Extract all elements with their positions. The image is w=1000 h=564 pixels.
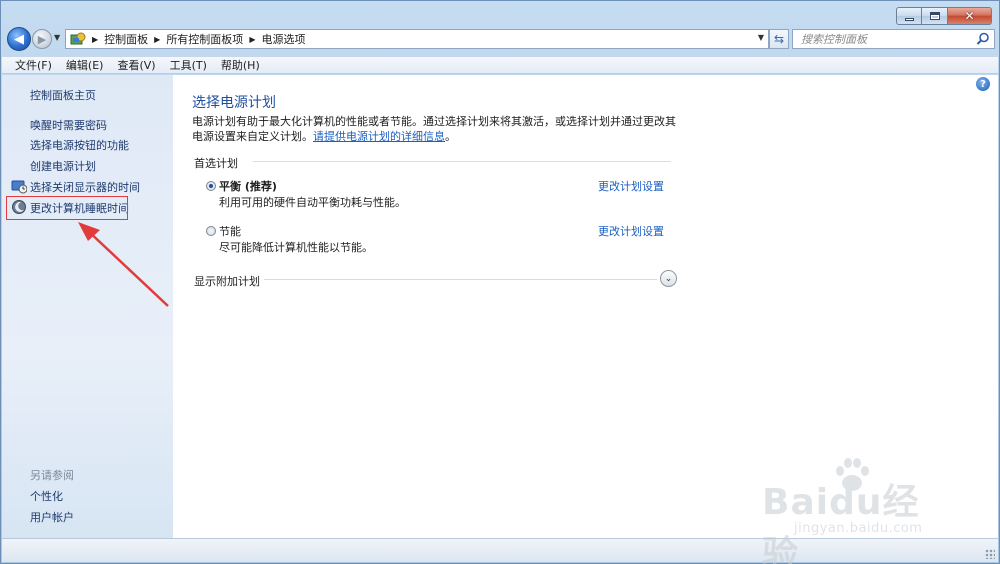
navigation-row: ◀ ▶ ▼ ▶ 控制面板 ▶ 所有控制面板项 ▶ 电源选项 ▼ ⇆ [7,27,995,51]
sidebar-link-user-accounts[interactable]: 用户帐户 [30,509,74,525]
display-timer-icon [11,178,28,194]
breadcrumb-power-options[interactable]: 电源选项 [261,31,305,47]
breadcrumb-separator-icon[interactable]: ▶ [92,35,98,44]
page-description: 电源计划有助于最大化计算机的性能或者节能。通过选择计划来将其激活，或选择计划并通… [192,114,682,144]
plan-power-saver-radio[interactable] [206,226,216,236]
power-plan-info-link[interactable]: 请提供电源计划的详细信息 [313,130,445,143]
sidebar-link-display-off-time[interactable]: 选择关闭显示器的时间 [30,179,140,195]
back-arrow-icon: ◀ [14,31,24,47]
address-bar[interactable]: ▶ 控制面板 ▶ 所有控制面板项 ▶ 电源选项 ▼ [65,29,769,49]
plan-power-saver-name[interactable]: 节能 [219,223,241,239]
page-title: 选择电源计划 [192,95,276,111]
forward-arrow-icon: ▶ [37,32,47,46]
description-end: 。 [445,130,456,143]
additional-plans-divider [263,279,657,280]
plan-power-saver-change-link[interactable]: 更改计划设置 [598,223,664,239]
menu-file[interactable]: 文件(F) [8,57,59,73]
resize-grip-icon[interactable] [985,549,995,559]
plan-balanced-desc: 利用可用的硬件自动平衡功耗与性能。 [219,196,406,209]
refresh-icon: ⇆ [773,32,785,46]
maximize-icon [929,12,940,20]
watermark-url: jingyan.baidu.com [794,521,923,536]
help-icon[interactable]: ? [976,77,990,91]
search-input[interactable] [801,32,971,46]
close-button[interactable]: ✕ [948,7,992,25]
expand-chevron-icon[interactable]: ⌄ [660,270,677,287]
minimize-icon [904,17,914,21]
refresh-button[interactable]: ⇆ [769,29,789,49]
annotation-highlight-box [6,196,128,220]
menu-bar: 文件(F) 编辑(E) 查看(V) 工具(T) 帮助(H) [2,56,998,74]
recent-pages-dropdown-icon[interactable]: ▼ [54,33,60,42]
plan-power-saver-desc: 尽可能降低计算机性能以节能。 [219,241,373,254]
watermark-brand: Baidu经验 [762,482,920,564]
search-icon[interactable] [976,32,990,46]
preferred-plans-label: 首选计划 [194,155,242,171]
menu-tools[interactable]: 工具(T) [163,57,214,73]
control-panel-icon [70,32,86,46]
maximize-button[interactable] [922,7,948,25]
menu-edit[interactable]: 编辑(E) [59,57,111,73]
section-divider [253,161,671,162]
sidebar-link-create-plan[interactable]: 创建电源计划 [30,158,96,174]
breadcrumb-control-panel[interactable]: 控制面板 [104,31,148,47]
see-also-caption: 另请参阅 [30,469,74,482]
show-additional-plans-label[interactable]: 显示附加计划 [194,273,264,289]
sidebar-control-panel-home[interactable]: 控制面板主页 [30,87,96,103]
sidebar-link-personalization[interactable]: 个性化 [30,488,63,504]
sidebar-link-power-buttons[interactable]: 选择电源按钮的功能 [30,137,129,153]
search-box[interactable] [792,29,995,49]
menu-help[interactable]: 帮助(H) [214,57,267,73]
plan-balanced-change-link[interactable]: 更改计划设置 [598,178,664,194]
breadcrumb-all-items[interactable]: 所有控制面板项 [166,31,243,47]
address-history-dropdown-icon[interactable]: ▼ [758,33,764,42]
plan-balanced-name[interactable]: 平衡 (推荐) [219,178,277,194]
plan-balanced-radio[interactable] [206,181,216,191]
task-sidebar: 控制面板主页 唤醒时需要密码 选择电源按钮的功能 创建电源计划 选择关闭显示器的… [2,75,173,538]
close-icon: ✕ [964,9,975,23]
forward-button[interactable]: ▶ [32,29,52,49]
baidu-watermark: Baidu经验 jingyan.baidu.com [752,455,952,564]
menu-view[interactable]: 查看(V) [110,57,162,73]
breadcrumb-separator-icon[interactable]: ▶ [154,35,160,44]
back-button[interactable]: ◀ [7,27,31,51]
breadcrumb-separator-icon[interactable]: ▶ [249,35,255,44]
minimize-button[interactable] [896,7,922,25]
sidebar-link-wake-password[interactable]: 唤醒时需要密码 [30,117,107,133]
caption-buttons: ✕ [896,7,992,25]
